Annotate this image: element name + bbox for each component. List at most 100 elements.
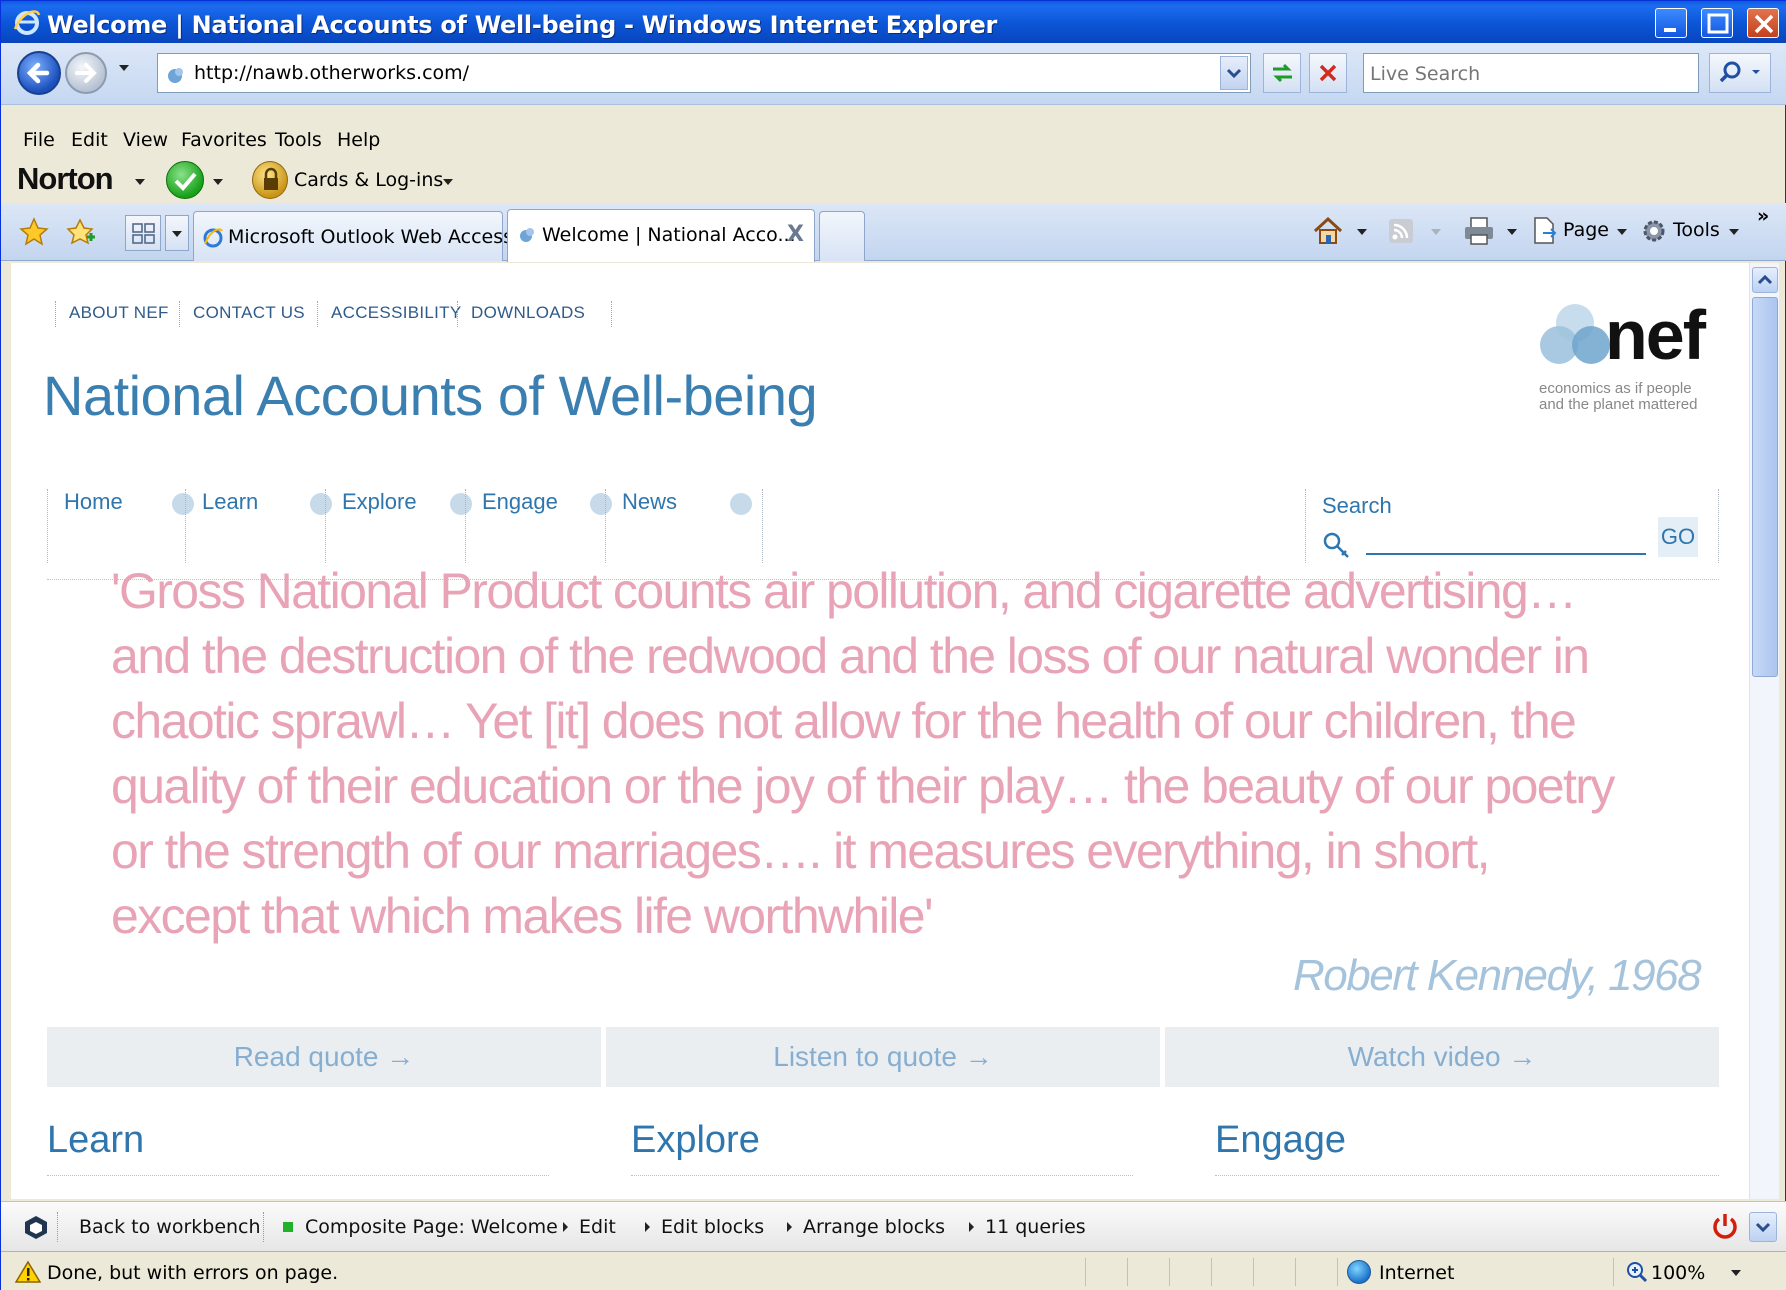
nav-home[interactable]: Home — [47, 489, 205, 563]
print-dropdown[interactable] — [1507, 229, 1517, 235]
warning-icon[interactable] — [15, 1260, 41, 1284]
page-dropdown[interactable] — [1617, 229, 1627, 235]
close-window-button[interactable] — [1747, 8, 1779, 38]
live-search-input[interactable] — [1370, 61, 1690, 87]
chevron-down-icon — [1226, 68, 1242, 79]
menu-favorites[interactable]: Favorites — [181, 129, 267, 151]
section-explore-heading[interactable]: Explore — [631, 1119, 760, 1162]
forward-button[interactable] — [65, 52, 107, 94]
workbench-edit-link[interactable]: Edit — [579, 1216, 616, 1238]
tab-list-button[interactable] — [165, 215, 189, 251]
link-about-nef[interactable]: ABOUT NEF — [69, 303, 169, 323]
live-search-button[interactable] — [1709, 53, 1771, 93]
maximize-icon — [1707, 13, 1729, 34]
arrange-blocks-link[interactable]: Arrange blocks — [803, 1216, 945, 1238]
page-icon — [1534, 217, 1557, 244]
add-favorite-icon[interactable] — [65, 217, 97, 247]
back-button[interactable] — [17, 51, 61, 95]
menu-help[interactable]: Help — [337, 129, 380, 151]
scroll-thumb[interactable] — [1752, 297, 1778, 677]
section-engage-heading[interactable]: Engage — [1215, 1119, 1346, 1162]
page-menu[interactable]: Page — [1563, 219, 1609, 241]
scroll-down-button[interactable] — [1749, 1212, 1777, 1242]
quote-line: and the destruction of the redwood and t… — [111, 628, 1590, 684]
nef-logo[interactable]: nef economics as if people and the plane… — [1525, 296, 1725, 421]
queries-link[interactable]: 11 queries — [985, 1216, 1086, 1238]
link-accessibility[interactable]: ACCESSIBILITY — [331, 303, 462, 323]
menu-view[interactable]: View — [123, 129, 168, 151]
divider — [1337, 1258, 1338, 1286]
site-title[interactable]: National Accounts of Well-being — [43, 363, 818, 428]
zoom-level[interactable]: 100% — [1651, 1262, 1705, 1284]
norton-logo[interactable]: Norton — [17, 161, 114, 197]
tab-welcome[interactable]: Welcome | National Acco... X — [507, 209, 815, 262]
feeds-icon[interactable] — [1387, 217, 1415, 245]
tools-dropdown[interactable] — [1729, 229, 1739, 235]
home-dropdown[interactable] — [1357, 229, 1367, 235]
watch-video-button[interactable]: Watch video → — [1165, 1027, 1719, 1087]
nef-tagline: economics as if people and the planet ma… — [1539, 381, 1697, 413]
title-bar: Welcome | National Accounts of Well-bein… — [1, 1, 1786, 43]
recent-pages-dropdown[interactable] — [119, 65, 129, 71]
norton-status-dropdown[interactable] — [213, 179, 223, 185]
menu-file[interactable]: File — [23, 129, 55, 151]
ie-logo-icon — [13, 10, 41, 35]
close-tab-icon[interactable]: X — [787, 222, 804, 247]
site-search-go-button[interactable]: GO — [1658, 517, 1698, 557]
internet-zone-icon — [1347, 1260, 1371, 1284]
link-contact-us[interactable]: CONTACT US — [193, 303, 305, 323]
composite-page-label[interactable]: Composite Page: Welcome — [305, 1216, 558, 1238]
vertical-scrollbar[interactable] — [1749, 263, 1779, 1199]
favorites-star-icon[interactable] — [19, 217, 49, 247]
live-search-box[interactable] — [1363, 53, 1699, 93]
minimize-button[interactable] — [1655, 8, 1687, 38]
workbench-cube-icon[interactable] — [23, 1214, 49, 1240]
power-icon[interactable] — [1709, 1210, 1741, 1242]
nav-engage[interactable]: Engage — [465, 489, 623, 563]
tools-menu[interactable]: Tools — [1673, 219, 1720, 241]
workbench-bar: Back to workbench Composite Page: Welcom… — [1, 1201, 1786, 1251]
menu-edit[interactable]: Edit — [71, 129, 108, 151]
stop-button[interactable] — [1309, 53, 1347, 93]
quick-tabs-button[interactable] — [125, 215, 161, 251]
norton-dropdown[interactable] — [135, 179, 145, 185]
new-tab-button[interactable] — [819, 211, 865, 261]
read-quote-button[interactable]: Read quote → — [47, 1027, 601, 1087]
toolbar-overflow-chevron[interactable]: » — [1757, 205, 1769, 227]
arrow-left-icon — [26, 62, 50, 84]
quote-line: quality of their education or the joy of… — [111, 758, 1615, 814]
gear-icon — [1643, 220, 1665, 242]
lock-icon[interactable] — [252, 161, 288, 199]
site-search-input[interactable] — [1366, 527, 1646, 555]
nav-news[interactable]: News — [605, 489, 763, 563]
listen-quote-button[interactable]: Listen to quote → — [606, 1027, 1160, 1087]
nef-wordmark: nef — [1605, 296, 1706, 374]
menu-tools[interactable]: Tools — [275, 129, 322, 151]
feeds-dropdown[interactable] — [1431, 229, 1441, 235]
section-learn-heading[interactable]: Learn — [47, 1119, 144, 1162]
site-search-label: Search — [1322, 493, 1392, 518]
edit-blocks-link[interactable]: Edit blocks — [661, 1216, 764, 1238]
nav-explore[interactable]: Explore — [325, 489, 483, 563]
cards-dropdown[interactable] — [443, 179, 453, 185]
print-icon[interactable] — [1461, 215, 1497, 247]
home-icon[interactable] — [1311, 215, 1345, 247]
divider — [1127, 1258, 1128, 1286]
address-field[interactable]: http://nawb.otherworks.com/ — [157, 53, 1251, 93]
zoom-icon — [1627, 1262, 1648, 1283]
nav-learn[interactable]: Learn — [185, 489, 343, 563]
scroll-up-button[interactable] — [1752, 267, 1778, 293]
maximize-button[interactable] — [1701, 8, 1733, 38]
page-favicon-icon — [520, 228, 534, 242]
cards-logins-menu[interactable]: Cards & Log-ins — [294, 169, 443, 191]
link-downloads[interactable]: DOWNLOADS — [471, 303, 585, 323]
back-to-workbench-link[interactable]: Back to workbench — [79, 1216, 261, 1238]
refresh-button[interactable] — [1263, 53, 1301, 93]
divider — [1613, 1258, 1614, 1286]
address-dropdown[interactable] — [1220, 56, 1248, 90]
zoom-dropdown[interactable] — [1731, 1270, 1741, 1276]
tab-outlook[interactable]: Microsoft Outlook Web Access — [193, 211, 513, 261]
norton-safe-check-icon[interactable] — [166, 161, 204, 199]
nef-circles-icon — [1540, 304, 1610, 364]
browser-window: Welcome | National Accounts of Well-bein… — [0, 0, 1786, 1290]
